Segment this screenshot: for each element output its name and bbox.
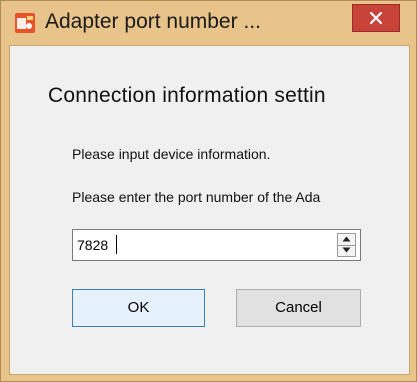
section-heading: Connection information settin <box>48 84 326 107</box>
arrow-down-icon <box>342 247 351 253</box>
arrow-up-icon <box>342 236 351 242</box>
title-bar[interactable]: Adapter port number ... <box>1 1 416 45</box>
cancel-button[interactable]: Cancel <box>236 289 361 327</box>
app-icon <box>15 13 35 33</box>
port-prompt-text: Please enter the port number of the Ada <box>72 189 321 205</box>
dialog-window: Adapter port number ... Connection infor… <box>0 0 417 382</box>
window-title: Adapter port number ... <box>45 10 261 33</box>
port-number-field[interactable]: 7828 <box>77 237 108 253</box>
dialog-content: Connection information settin Please inp… <box>9 45 410 375</box>
close-icon <box>370 12 382 24</box>
instruction-text: Please input device information. <box>72 146 271 162</box>
close-button[interactable] <box>352 4 400 32</box>
ok-button[interactable]: OK <box>72 289 205 327</box>
spin-buttons <box>337 233 356 257</box>
text-caret <box>116 235 117 254</box>
port-number-stepper[interactable]: 7828 <box>72 229 361 261</box>
spin-down-button[interactable] <box>338 245 355 256</box>
